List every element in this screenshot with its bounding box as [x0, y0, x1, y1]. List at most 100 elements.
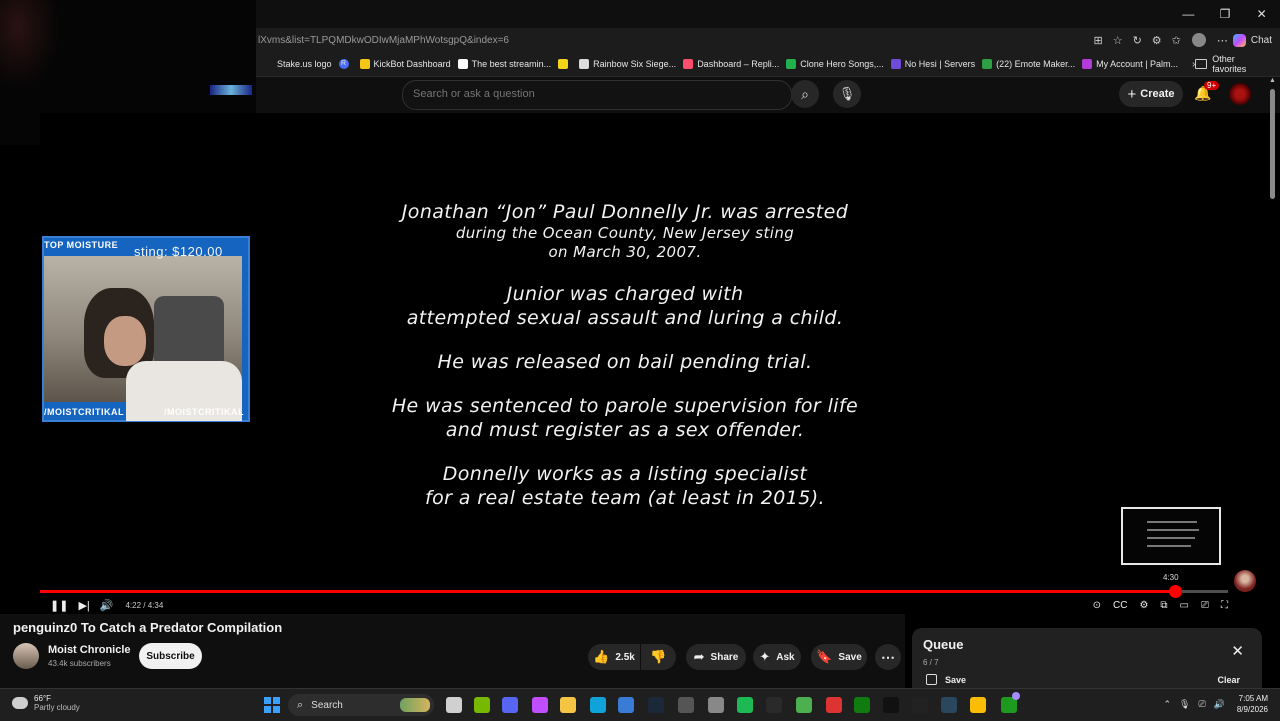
start-button[interactable]	[264, 697, 280, 713]
bookmark-item[interactable]: My Account | Palm...	[1082, 59, 1178, 69]
bookmark-item[interactable]: R	[338, 59, 353, 69]
weather-widget[interactable]: 66°F Partly cloudy	[12, 694, 80, 712]
channel-name[interactable]: Moist Chronicle	[48, 644, 131, 656]
youtube-header: ⌕ 🎙 + Create 🔔 9+	[256, 77, 1280, 113]
progress-bar[interactable]	[40, 585, 1228, 598]
bookmark-item[interactable]: Clone Hero Songs,...	[786, 59, 884, 69]
bookmark-item[interactable]: (22) Emote Maker...	[982, 59, 1075, 69]
close-icon[interactable]: ✕	[1231, 642, 1244, 660]
copilot-icon[interactable]	[532, 697, 548, 713]
create-label: Create	[1140, 88, 1175, 100]
windows-logo-icon	[273, 706, 280, 713]
caption-line: attempted sexual assault and luring a ch…	[406, 307, 844, 329]
save-label: Save	[838, 651, 862, 663]
ask-button[interactable]: ✦ Ask	[753, 644, 801, 670]
bookmark-icon	[1082, 59, 1093, 69]
chrome-icon[interactable]	[970, 697, 986, 713]
settings-icon[interactable]	[708, 697, 724, 713]
favorites-icon[interactable]: ✩	[1172, 34, 1181, 47]
chevron-up-icon[interactable]: ⌃	[1163, 699, 1171, 710]
create-button[interactable]: + Create	[1119, 81, 1183, 107]
like-button[interactable]: 👍 2.5k	[588, 644, 640, 670]
app-b-icon[interactable]	[796, 697, 812, 713]
copilot-chat-button[interactable]: Chat	[1232, 33, 1272, 47]
scroll-thumb[interactable]	[1270, 89, 1275, 199]
pause-icon[interactable]: ❚❚	[50, 599, 68, 612]
settings-icon[interactable]: ⚙	[1139, 600, 1148, 611]
search-button[interactable]: ⌕	[791, 80, 819, 108]
steam-icon[interactable]	[648, 697, 664, 713]
clock[interactable]: 7:05 AM 8/9/2026	[1237, 693, 1268, 715]
theater-mode-icon[interactable]: ▭	[1180, 600, 1189, 611]
bookmark-item[interactable]: Rainbow Six Siege...	[579, 59, 676, 69]
more-actions-button[interactable]: ⋯	[875, 644, 901, 670]
captions-icon[interactable]: CC	[1113, 600, 1127, 611]
subscribe-button[interactable]: Subscribe	[139, 643, 202, 669]
seek-preview-time: 4:30	[1163, 573, 1179, 582]
edge-icon[interactable]	[590, 697, 606, 713]
discord-icon[interactable]	[502, 697, 518, 713]
refresh-icon[interactable]: ↻	[1133, 34, 1142, 47]
queue-save-button[interactable]: Save	[926, 674, 966, 685]
obs-icon[interactable]	[678, 697, 694, 713]
bookmark-icon	[457, 59, 468, 69]
cast-icon[interactable]: ⎚	[1201, 600, 1209, 611]
apps-icon[interactable]: ⊞	[1093, 34, 1102, 47]
close-window-button[interactable]: ✕	[1247, 7, 1277, 21]
fullscreen-icon[interactable]: ⛶	[1221, 600, 1228, 611]
microphone-icon[interactable]: 🎙	[1179, 699, 1190, 710]
caption-line: Donnelly works as a listing specialist	[442, 463, 808, 485]
volume-icon[interactable]: 🔊	[100, 599, 114, 612]
app-icon[interactable]	[826, 697, 842, 713]
file-explorer-icon[interactable]	[446, 697, 462, 713]
other-favorites[interactable]: Other favorites	[1195, 54, 1270, 74]
miniplayer-icon[interactable]: ⧉	[1160, 600, 1167, 611]
xbox-icon[interactable]	[854, 697, 870, 713]
voice-search-button[interactable]: 🎙	[833, 80, 861, 108]
bookmark-icon	[982, 59, 993, 69]
bookmark-item[interactable]: Dashboard – Repli...	[683, 59, 779, 69]
page-scrollbar[interactable]: ▲	[1269, 77, 1277, 607]
folder-icon[interactable]	[560, 697, 576, 713]
spotify-icon[interactable]	[737, 697, 753, 713]
search-input[interactable]	[403, 81, 783, 107]
bookmark-item[interactable]: No Hesi | Servers	[890, 59, 975, 69]
caption-line: during the Ocean County, New Jersey stin…	[455, 224, 795, 242]
share-button[interactable]: ➦ Share	[686, 644, 746, 670]
app-4k-icon[interactable]	[766, 697, 782, 713]
volume-icon[interactable]: 🔊	[1214, 699, 1225, 710]
scroll-up-icon[interactable]: ▲	[1269, 77, 1276, 84]
queue-clear-button[interactable]: Clear	[1217, 675, 1240, 685]
taskbar-search[interactable]: ⌕ Search	[288, 694, 434, 716]
minimize-button[interactable]: —	[1173, 7, 1203, 21]
clock-time: 7:05 AM	[1238, 694, 1268, 703]
channel-avatar[interactable]	[13, 643, 39, 669]
save-button[interactable]: 🔖 Save	[811, 644, 867, 670]
capcut-icon[interactable]	[883, 697, 899, 713]
bookmark-item[interactable]: The best streamin...	[457, 59, 551, 69]
system-tray: ⌃ 🎙 ⎚ 🔊 7:05 AM 8/9/2026	[1155, 693, 1268, 715]
dislike-button[interactable]: 👎	[641, 644, 676, 670]
bookmark-item[interactable]: KickBot Dashboard	[359, 59, 451, 69]
webcam-handle-right: /MOISTCRITIKAL	[164, 407, 244, 417]
account-avatar[interactable]	[1229, 83, 1251, 105]
search-box[interactable]	[402, 80, 792, 110]
bookmark-icon	[579, 59, 590, 69]
next-icon[interactable]: ▶|	[78, 599, 89, 612]
favorite-star-icon[interactable]: ☆	[1113, 34, 1123, 47]
address-bar[interactable]: lXvms&list=TLPQMDkwODIwMjaMPhWotsgpQ&ind…	[256, 28, 1280, 52]
autoplay-toggle-icon[interactable]: ⊙	[1093, 600, 1101, 611]
app-icon[interactable]	[474, 697, 490, 713]
github-icon[interactable]	[912, 697, 928, 713]
url-text[interactable]: lXvms&list=TLPQMDkwODIwMjaMPhWotsgpQ&ind…	[256, 35, 1088, 46]
extensions-icon[interactable]: ⚙	[1152, 34, 1162, 47]
bookmark-item[interactable]	[558, 59, 572, 69]
profile-avatar[interactable]	[1191, 33, 1206, 47]
bookmark-item[interactable]: Stake.us logo	[263, 59, 332, 69]
steam-icon[interactable]	[941, 697, 957, 713]
network-icon[interactable]: ⎚	[1198, 699, 1205, 710]
more-menu-icon[interactable]: ⋯	[1217, 34, 1228, 47]
restore-button[interactable]: ❐	[1210, 7, 1240, 21]
thumbs-down-icon: 👎	[650, 649, 667, 664]
store-icon[interactable]	[618, 697, 634, 713]
